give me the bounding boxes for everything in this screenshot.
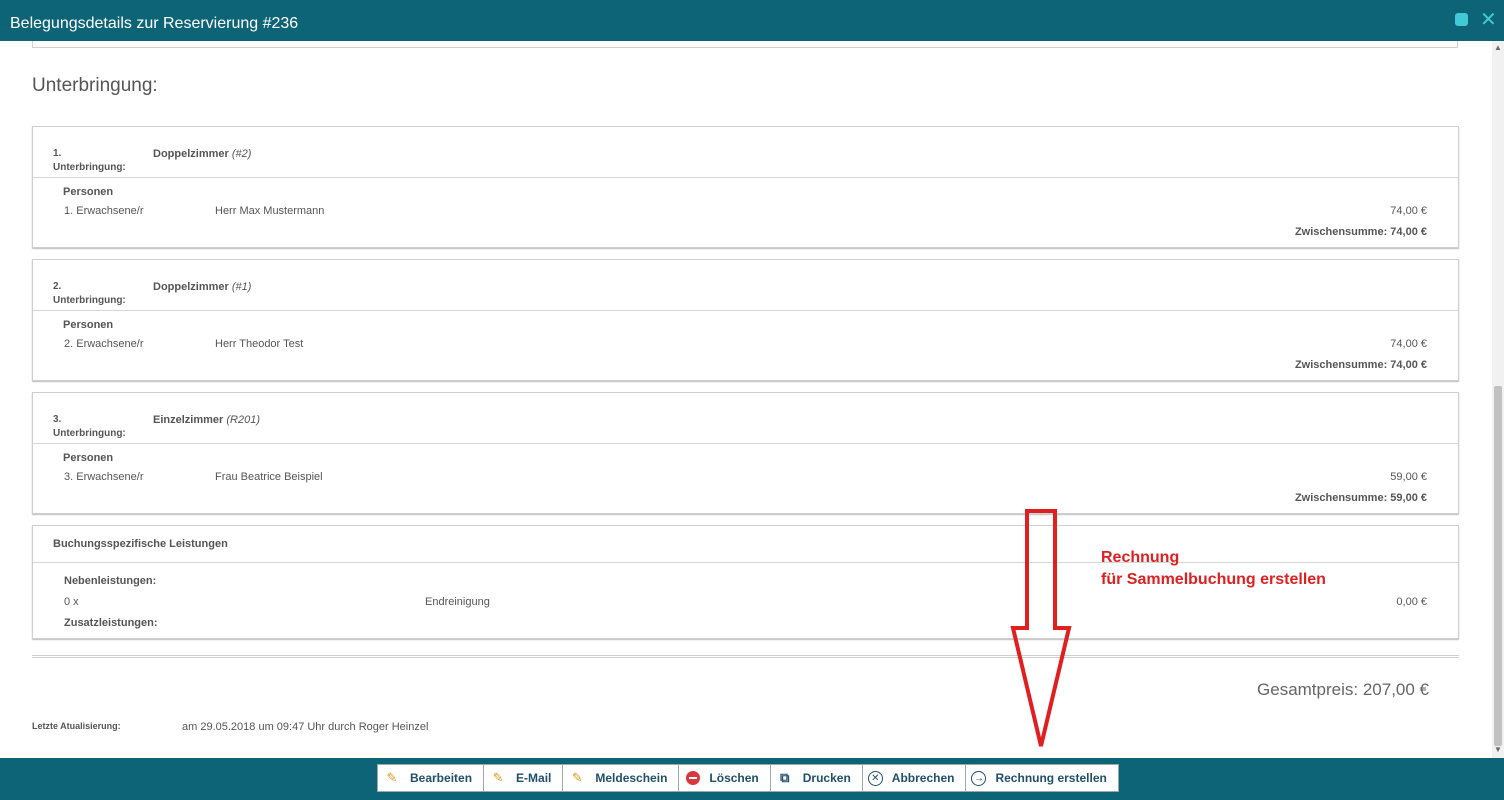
person-price: 74,00 €: [1390, 338, 1427, 350]
service-price: 0,00 €: [1396, 596, 1427, 608]
accommodation-label: Unterbringung:: [53, 162, 126, 173]
services-title: Buchungsspezifische Leistungen: [53, 538, 228, 550]
delete-button[interactable]: Löschen: [679, 765, 771, 791]
persons-label: Personen: [63, 452, 114, 464]
annotation-line-1: Rechnung: [1101, 549, 1180, 566]
room-name: Doppelzimmer (#2): [153, 148, 252, 160]
person-type: 3. Erwachsene/r: [64, 471, 144, 483]
accommodation-card-1: 1. Unterbringung: Doppelzimmer (#2) Pers…: [32, 126, 1459, 248]
section-title: Unterbringung:: [32, 75, 158, 96]
edit-button[interactable]: ✎ Bearbeiten: [378, 765, 485, 791]
print-button[interactable]: ⧉ Drucken: [771, 765, 863, 791]
service-quantity: 0 x: [64, 596, 79, 608]
content-area: Unterbringung: 1. Unterbringung: Doppelz…: [0, 41, 1492, 758]
accommodation-number: 2.: [53, 281, 62, 292]
annotation-line-2: für Sammelbuchung erstellen: [1101, 571, 1326, 588]
room-code: (#1): [231, 281, 252, 293]
meldeschein-button[interactable]: ✎ Meldeschein: [563, 765, 680, 791]
accommodation-card-3: 3. Unterbringung: Einzelzimmer (R201) Pe…: [32, 392, 1459, 514]
last-update-value: am 29.05.2018 um 09:47 Uhr durch Roger H…: [182, 721, 429, 733]
accommodation-header: 3. Unterbringung: Einzelzimmer (R201): [33, 393, 1458, 444]
persons-label: Personen: [63, 186, 114, 198]
subtotal: Zwischensumme: 59,00 €: [1294, 492, 1427, 504]
annotation-text: Rechnung für Sammelbuchung erstellen: [1101, 547, 1326, 591]
window-title: Belegungsdetails zur Reservierung #236: [10, 15, 299, 32]
divider: [32, 655, 1459, 658]
accommodation-number: 3.: [53, 414, 62, 425]
cancel-icon: ✕: [867, 770, 883, 786]
pencil-icon: ✎: [492, 770, 504, 785]
scrollbar-thumb[interactable]: [1494, 386, 1502, 746]
pencil-icon: ✎: [571, 770, 583, 785]
person-type: 1. Erwachsene/r: [64, 205, 144, 217]
pencil-icon: ✎: [386, 770, 398, 785]
window-titlebar: Belegungsdetails zur Reservierung #236 ✕: [0, 0, 1504, 41]
email-button[interactable]: ✎ E-Mail: [484, 765, 564, 791]
button-bar: ✎ Bearbeiten ✎ E-Mail ✎ Meldeschein Lösc…: [377, 764, 1119, 792]
person-price: 74,00 €: [1390, 205, 1427, 217]
last-update-label: Letzte Atualisierung:: [32, 721, 121, 731]
subtotal: Zwischensumme: 74,00 €: [1294, 359, 1427, 371]
annotation-arrow-icon: [1010, 509, 1072, 747]
copy-icon: ⧉: [780, 770, 790, 785]
accommodation-label: Unterbringung:: [53, 295, 126, 306]
subtotal: Zwischensumme: 74,00 €: [1294, 226, 1427, 238]
room-code: (R201): [226, 414, 260, 426]
scroll-up-icon[interactable]: ▲: [1494, 43, 1502, 52]
close-icon[interactable]: ✕: [1480, 8, 1497, 32]
scrollbar[interactable]: ▲ ▼: [1492, 41, 1504, 758]
person-name: Herr Max Mustermann: [215, 205, 325, 217]
scroll-down-icon[interactable]: ▼: [1494, 745, 1502, 754]
total-price: Gesamtpreis: 207,00 €: [1257, 680, 1429, 699]
room-name: Doppelzimmer (#1): [153, 281, 252, 293]
create-invoice-button[interactable]: → Rechnung erstellen: [966, 765, 1117, 791]
person-name: Frau Beatrice Beispiel: [215, 471, 323, 483]
accommodation-number: 1.: [53, 148, 62, 159]
delete-icon: [686, 771, 701, 785]
cancel-button[interactable]: ✕ Abbrechen: [863, 765, 967, 791]
person-type: 2. Erwachsene/r: [64, 338, 144, 350]
room-name: Einzelzimmer (R201): [153, 414, 260, 426]
persons-label: Personen: [63, 319, 114, 331]
previous-section-box: [32, 41, 1458, 48]
accommodation-card-2: 2. Unterbringung: Doppelzimmer (#1) Pers…: [32, 259, 1459, 381]
service-name: Endreinigung: [425, 596, 490, 608]
accommodation-label: Unterbringung:: [53, 428, 126, 439]
person-price: 59,00 €: [1390, 471, 1427, 483]
restore-icon[interactable]: [1455, 13, 1468, 26]
person-name: Herr Theodor Test: [215, 338, 304, 350]
room-code: (#2): [231, 148, 252, 160]
zusatz-label: Zusatzleistungen:: [64, 617, 158, 629]
accommodation-header: 2. Unterbringung: Doppelzimmer (#1): [33, 260, 1458, 311]
footer-bar: ✎ Bearbeiten ✎ E-Mail ✎ Meldeschein Lösc…: [0, 758, 1504, 800]
arrow-right-icon: →: [971, 770, 987, 786]
accommodation-header: 1. Unterbringung: Doppelzimmer (#2): [33, 127, 1458, 178]
neben-label: Nebenleistungen:: [64, 575, 157, 587]
